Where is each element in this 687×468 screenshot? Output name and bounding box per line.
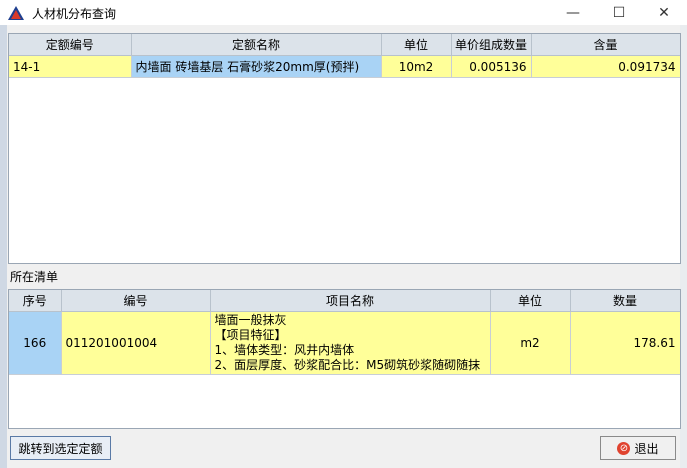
title-bar: 人材机分布查询 — ☐ ✕ <box>0 0 687 25</box>
cell-list-code[interactable]: 011201001004 <box>61 311 211 375</box>
column-header-list-unit[interactable]: 单位 <box>490 290 571 312</box>
list-grid-header: 序号 编号 项目名称 单位 数量 <box>9 290 680 312</box>
column-header-code[interactable]: 定额编号 <box>9 34 132 56</box>
cell-unit[interactable]: 10m2 <box>381 55 452 78</box>
item-name-line: 【项目特征】 <box>214 328 287 342</box>
column-header-name[interactable]: 定额名称 <box>131 34 382 56</box>
maximize-icon[interactable]: ☐ <box>596 0 642 25</box>
column-header-list-qty[interactable]: 数量 <box>570 290 680 312</box>
column-header-seq[interactable]: 序号 <box>9 290 62 312</box>
cell-list-unit[interactable]: m2 <box>490 311 571 375</box>
background-strip-right <box>680 25 687 468</box>
table-row[interactable]: 166 011201001004 墙面一般抹灰 【项目特征】 1、墙体类型：风井… <box>9 311 680 375</box>
cell-item-name[interactable]: 墙面一般抹灰 【项目特征】 1、墙体类型：风井内墙体 2、面层厚度、砂浆配合比：… <box>210 311 491 375</box>
column-header-qty[interactable]: 单价组成数量 <box>451 34 532 56</box>
column-header-item-name[interactable]: 项目名称 <box>210 290 491 312</box>
background-strip <box>0 25 7 468</box>
cell-seq[interactable]: 166 <box>9 311 62 375</box>
jump-to-quota-button[interactable]: 跳转到选定定额 <box>10 436 111 460</box>
exit-button[interactable]: ⊘ 退出 <box>600 436 676 460</box>
cell-name[interactable]: 内墙面 砖墙基层 石膏砂浆20mm厚(预拌) <box>131 55 382 78</box>
list-grid[interactable]: 序号 编号 项目名称 单位 数量 166 011201001004 墙面一般抹灰… <box>8 289 681 429</box>
exit-button-label: 退出 <box>634 441 659 456</box>
item-name-line: 1、墙体类型：风井内墙体 <box>214 343 355 357</box>
list-section-label: 所在清单 <box>10 270 59 284</box>
window-title: 人材机分布查询 <box>32 7 117 21</box>
jump-button-label: 跳转到选定定额 <box>18 441 103 456</box>
column-header-content[interactable]: 含量 <box>531 34 680 56</box>
column-header-unit[interactable]: 单位 <box>381 34 452 56</box>
app-logo-icon <box>8 6 24 20</box>
cell-qty[interactable]: 0.005136 <box>451 55 532 78</box>
table-row[interactable]: 14-1 内墙面 砖墙基层 石膏砂浆20mm厚(预拌) 10m2 0.00513… <box>9 55 680 78</box>
close-icon[interactable]: ✕ <box>641 0 687 25</box>
item-name-line: 墙面一般抹灰 <box>214 313 287 327</box>
cell-code[interactable]: 14-1 <box>9 55 132 78</box>
quota-grid-header: 定额编号 定额名称 单位 单价组成数量 含量 <box>9 34 680 56</box>
exit-icon: ⊘ <box>617 441 631 455</box>
cell-list-qty[interactable]: 178.61 <box>570 311 680 375</box>
quota-grid[interactable]: 定额编号 定额名称 单位 单价组成数量 含量 14-1 内墙面 砖墙基层 石膏砂… <box>8 33 681 264</box>
minimize-icon[interactable]: — <box>550 0 596 25</box>
cell-content[interactable]: 0.091734 <box>531 55 680 78</box>
column-header-list-code[interactable]: 编号 <box>61 290 211 312</box>
item-name-line: 2、面层厚度、砂浆配合比：M5砌筑砂浆随砌随抹 <box>214 358 481 372</box>
